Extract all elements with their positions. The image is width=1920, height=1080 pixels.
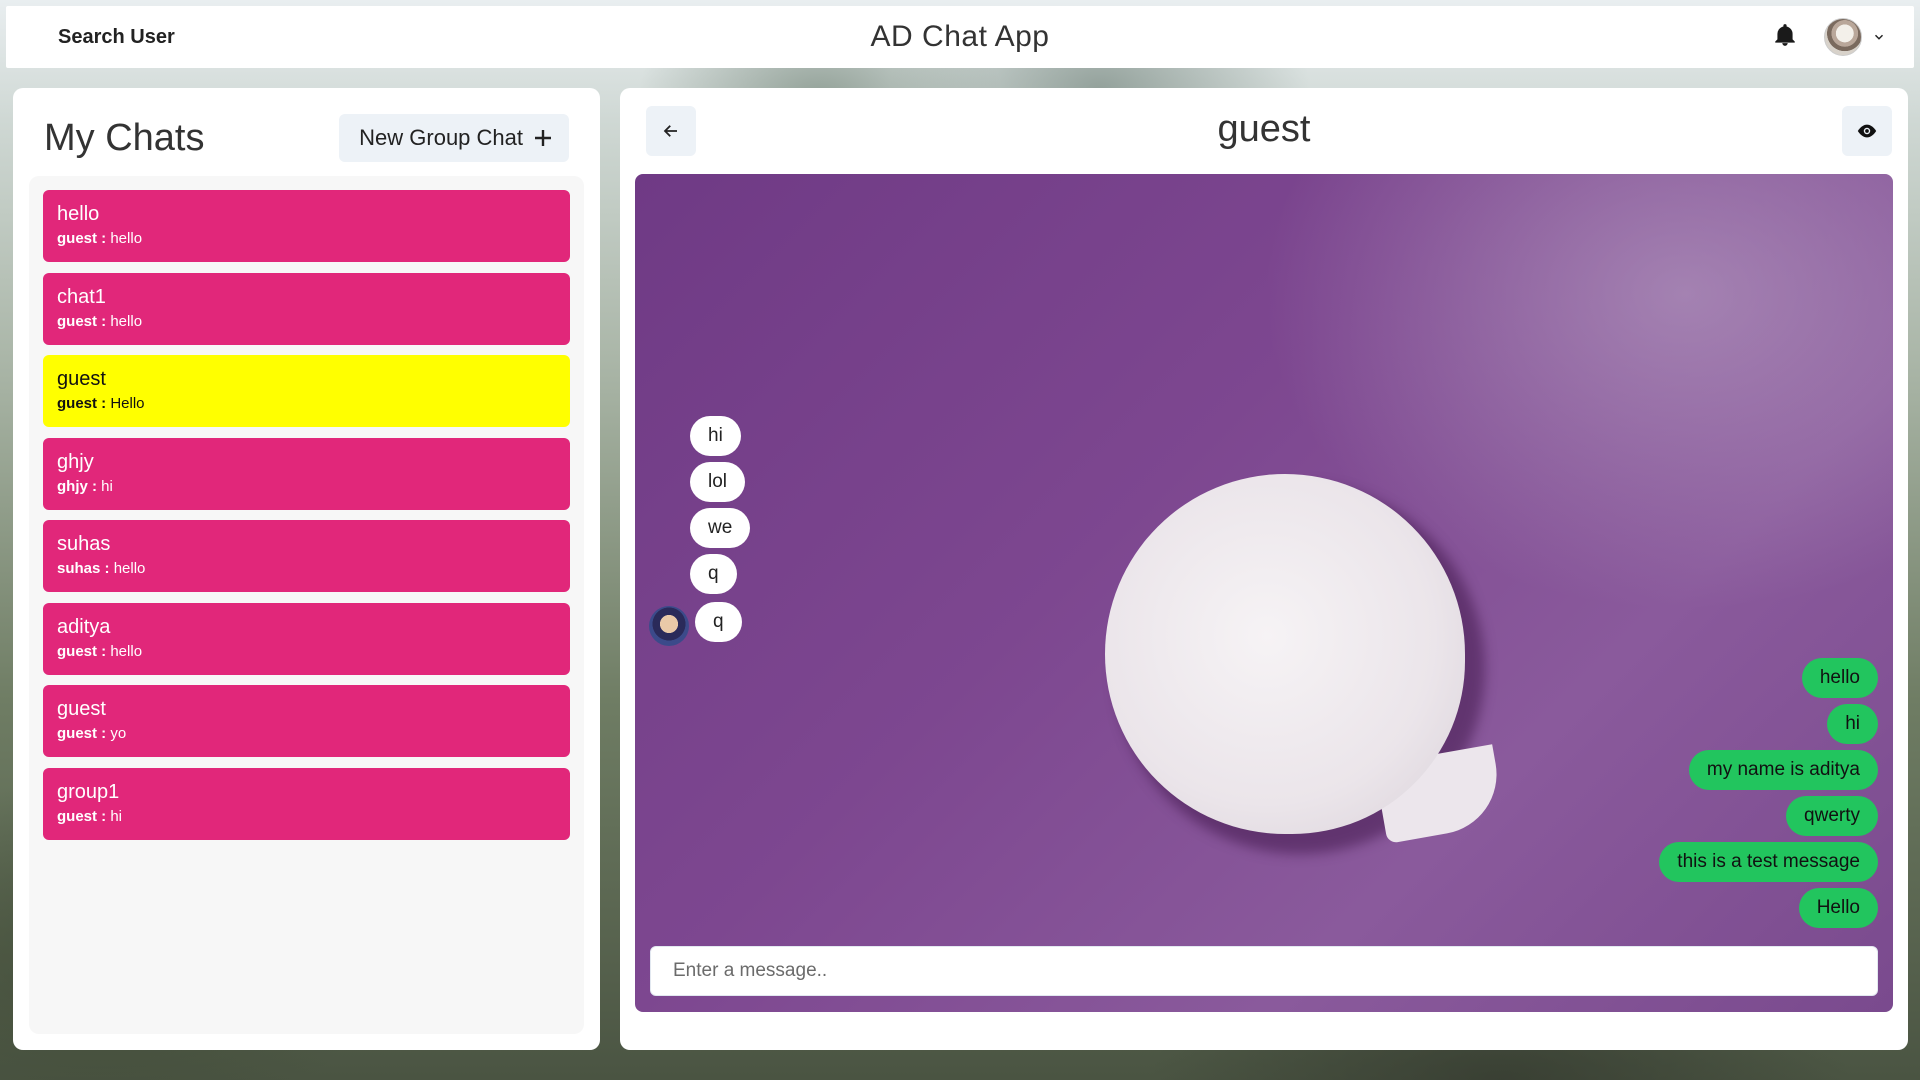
chat-latest-sender: ghjy : bbox=[57, 477, 97, 495]
chat-latest-text: Hello bbox=[110, 395, 145, 412]
outgoing-message: my name is aditya bbox=[1688, 750, 1878, 790]
chat-title: guest bbox=[1217, 108, 1311, 150]
chat-latest-message: guest : hi bbox=[57, 808, 556, 825]
chat-latest-text: hello bbox=[110, 230, 143, 247]
chat-latest-message: guest : Hello bbox=[57, 395, 556, 412]
eye-icon bbox=[1857, 124, 1877, 138]
bell-icon[interactable] bbox=[1772, 21, 1798, 54]
incoming-message: hi bbox=[690, 416, 741, 456]
chat-latest-sender: guest : bbox=[57, 642, 107, 660]
chat-latest-message: ghjy : hi bbox=[57, 478, 556, 495]
chat-list-item[interactable]: ghjy ghjy : hi bbox=[43, 437, 570, 510]
chat-latest-message: suhas : hello bbox=[57, 560, 556, 577]
outgoing-message: qwerty bbox=[1786, 796, 1878, 836]
search-user-label: Search User bbox=[58, 25, 175, 48]
chat-latest-text: hi bbox=[101, 477, 113, 495]
chat-latest-message: guest : hello bbox=[57, 643, 556, 660]
chat-latest-sender: guest : bbox=[57, 725, 107, 742]
my-chats-panel: My Chats New Group Chat hello guest : he… bbox=[13, 88, 600, 1050]
my-chats-header: My Chats New Group Chat bbox=[13, 88, 600, 188]
chat-name: chat1 bbox=[57, 285, 106, 308]
chat-list-item[interactable]: hello guest : hello bbox=[43, 190, 570, 262]
incoming-message: lol bbox=[690, 462, 746, 502]
chat-latest-message: guest : hello bbox=[57, 313, 556, 330]
chat-panel: guest hi lol we q q hello hi my name is … bbox=[620, 88, 1908, 1050]
new-group-chat-label: New Group Chat bbox=[359, 125, 523, 150]
top-bar: Search User AD Chat App bbox=[6, 6, 1914, 68]
header-actions bbox=[1772, 18, 1886, 56]
incoming-message: q bbox=[690, 554, 737, 594]
chat-name: aditya bbox=[57, 615, 111, 638]
speech-bubble-decoration bbox=[1105, 474, 1465, 834]
chat-list-item[interactable]: aditya guest : hello bbox=[43, 602, 570, 675]
chat-latest-text: hello bbox=[110, 642, 143, 660]
chat-latest-sender: suhas : bbox=[57, 560, 110, 577]
profile-menu-button[interactable] bbox=[1824, 18, 1886, 56]
chat-name: ghjy bbox=[57, 450, 94, 473]
chevron-down-icon bbox=[1874, 34, 1884, 40]
chat-name: guest bbox=[57, 368, 106, 390]
sender-avatar[interactable] bbox=[649, 606, 689, 646]
chat-latest-message: guest : yo bbox=[57, 725, 556, 742]
new-group-chat-button[interactable]: New Group Chat bbox=[339, 114, 569, 162]
outgoing-message: this is a test message bbox=[1659, 842, 1878, 882]
chat-name: group1 bbox=[57, 780, 120, 803]
outgoing-message: hello bbox=[1801, 658, 1878, 698]
messages-area[interactable]: hi lol we q q hello hi my name is aditya… bbox=[635, 174, 1893, 1012]
chat-name: hello bbox=[57, 203, 100, 225]
avatar bbox=[1824, 18, 1862, 56]
chat-list-item[interactable]: chat1 guest : hello bbox=[43, 272, 570, 345]
my-chats-title: My Chats bbox=[44, 116, 205, 159]
outgoing-message: hi bbox=[1827, 704, 1878, 744]
view-profile-button[interactable] bbox=[1842, 106, 1892, 156]
chat-name: guest bbox=[57, 698, 106, 720]
chat-list-item-selected[interactable]: guest guest : Hello bbox=[43, 355, 570, 427]
chat-list-item[interactable]: guest guest : yo bbox=[43, 685, 570, 757]
chat-header: guest bbox=[620, 88, 1908, 174]
chat-latest-text: hi bbox=[110, 807, 123, 825]
chat-list: hello guest : hello chat1 guest : hello … bbox=[29, 176, 584, 1034]
incoming-message: q bbox=[695, 602, 742, 642]
chat-latest-sender: guest : bbox=[57, 395, 107, 412]
outgoing-message: Hello bbox=[1798, 888, 1878, 928]
chat-list-item[interactable]: suhas suhas : hello bbox=[43, 520, 570, 592]
message-input[interactable] bbox=[651, 947, 1877, 995]
message-input-wrapper bbox=[650, 946, 1878, 996]
chat-latest-text: yo bbox=[110, 725, 127, 742]
app-title: AD Chat App bbox=[870, 20, 1050, 53]
search-user-button[interactable]: Search User bbox=[58, 26, 175, 49]
incoming-message: we bbox=[690, 508, 751, 548]
chat-latest-sender: guest : bbox=[57, 312, 107, 330]
plus-icon bbox=[535, 130, 551, 146]
chat-list-item[interactable]: group1 guest : hi bbox=[43, 767, 570, 840]
chat-name: suhas bbox=[57, 533, 111, 555]
chat-latest-message: guest : hello bbox=[57, 230, 556, 247]
chat-latest-text: hello bbox=[113, 560, 146, 577]
chat-latest-sender: guest : bbox=[57, 807, 107, 825]
chat-latest-text: hello bbox=[110, 312, 143, 330]
chat-latest-sender: guest : bbox=[57, 230, 107, 247]
